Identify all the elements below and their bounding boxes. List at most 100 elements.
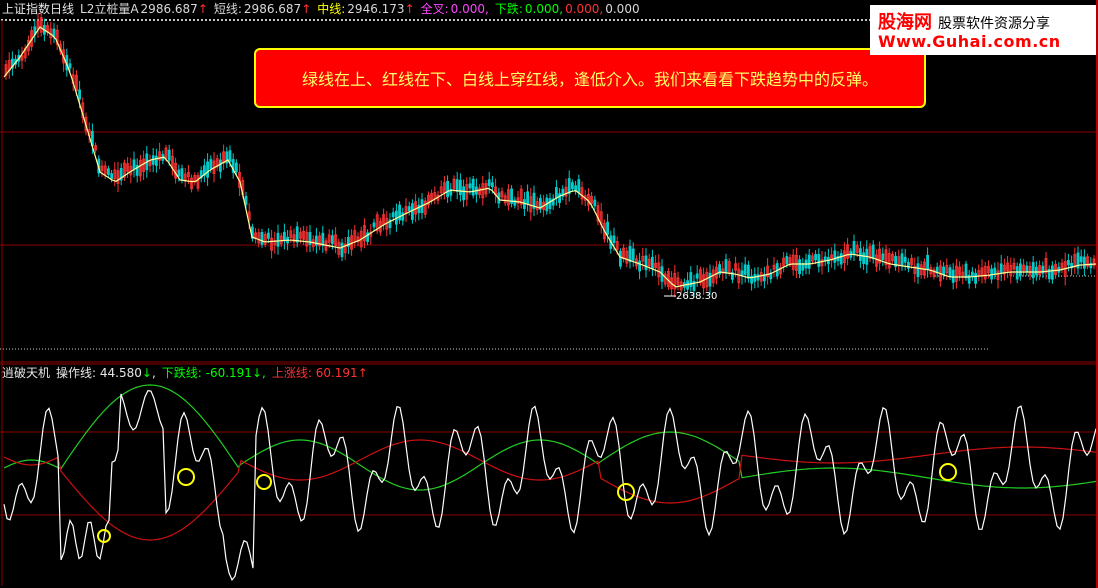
- candle-body: [724, 259, 728, 274]
- candle-body: [839, 253, 843, 265]
- candle-body: [555, 187, 558, 199]
- candle-body: [410, 203, 414, 220]
- candle-body: [1079, 256, 1083, 263]
- candle-body: [228, 150, 232, 162]
- candle-body: [244, 195, 248, 205]
- candle-body: [68, 63, 72, 69]
- candle-body: [458, 179, 462, 196]
- up-line-value: 上涨线: 60.191↑: [271, 366, 368, 380]
- candle-body: [321, 232, 325, 246]
- candle-body: [747, 264, 750, 279]
- candle-body: [833, 250, 837, 263]
- candle-body: [881, 253, 885, 260]
- candle-body: [401, 212, 405, 221]
- candle-body: [1051, 265, 1054, 280]
- operation-line-value: 操作线: 44.580↓,: [56, 366, 156, 380]
- candle-body: [926, 254, 929, 271]
- candle-body: [651, 256, 654, 270]
- candle-body: [330, 235, 334, 244]
- candle-body: [1083, 256, 1086, 269]
- candle-body: [942, 266, 945, 276]
- candle-body: [708, 272, 712, 287]
- candle-body: [695, 273, 699, 279]
- candle-body: [391, 212, 395, 218]
- candle-body: [903, 256, 907, 263]
- candle-body: [295, 226, 299, 243]
- candle-body: [177, 169, 181, 177]
- low-price-label: 2638.30: [676, 291, 718, 302]
- candle-body: [1035, 266, 1038, 276]
- candle-body: [852, 240, 856, 255]
- candle-body: [282, 231, 286, 242]
- candle-body: [417, 204, 421, 214]
- candle-body: [132, 159, 136, 170]
- candle-body: [612, 235, 616, 244]
- candle-body: [574, 185, 577, 191]
- candle-body: [862, 252, 865, 264]
- watermark-brand: 股海网: [878, 12, 932, 33]
- candle-body: [110, 173, 113, 180]
- candle-body: [372, 222, 376, 228]
- candle-body: [993, 267, 997, 275]
- candle-body: [1025, 265, 1029, 272]
- indicator-panel-header: 逍破天机 操作线: 44.580↓, 下跌线: -60.191↓, 上涨线: 6…: [0, 365, 368, 381]
- candle-body: [558, 193, 561, 203]
- candle-body: [154, 155, 158, 166]
- candle-body: [260, 232, 264, 245]
- candle-body: [234, 162, 238, 173]
- candle-body: [455, 179, 459, 192]
- candle-body: [107, 168, 110, 175]
- candle-body: [167, 149, 171, 161]
- candle-body: [180, 168, 184, 180]
- indicator-name: 逍破天机: [2, 366, 51, 380]
- signal-circle: [256, 474, 272, 490]
- watermark-tagline: 股票软件资源分享: [938, 16, 1050, 32]
- candle-body: [964, 263, 968, 279]
- candle-body: [951, 269, 955, 283]
- candle-body: [276, 232, 280, 247]
- candle-body: [266, 232, 270, 239]
- candle-body: [340, 242, 344, 258]
- site-watermark: 股海网 股票软件资源分享 Www.Guhai.com.cn: [870, 5, 1098, 55]
- candle-body: [526, 191, 529, 205]
- candle-body: [971, 271, 974, 277]
- candle-body: [209, 159, 213, 169]
- candle-body: [593, 199, 597, 207]
- annotation-banner: 绿线在上、红线在下、白线上穿红线，逢低介入。我们来看看下跌趋势中的反弹。: [254, 48, 926, 108]
- candle-body: [1015, 266, 1019, 280]
- candle-body: [487, 179, 491, 187]
- candle-body: [999, 263, 1003, 273]
- candle-body: [974, 272, 977, 284]
- candle-body: [407, 206, 411, 212]
- stock-chart-window: 上证指数日线 L2立桩量A 2986.687↑ 短线: 2986.687↑ 中线: 2…: [0, 0, 1098, 588]
- candle-body: [628, 246, 632, 263]
- candle-body: [471, 178, 475, 196]
- candle-body: [567, 178, 571, 195]
- candle-body: [743, 264, 747, 275]
- candle-body: [631, 248, 635, 261]
- candle-body: [462, 186, 466, 201]
- operation-line: [3, 389, 1097, 582]
- candle-body: [871, 244, 875, 260]
- candle-body: [753, 274, 757, 282]
- candle-body: [548, 198, 552, 210]
- candle-body: [814, 253, 817, 261]
- candle-body: [619, 250, 622, 267]
- candle-body: [1067, 260, 1070, 266]
- candle-body: [446, 180, 450, 198]
- candle-body: [900, 253, 904, 267]
- candle-body: [916, 263, 920, 278]
- candle-body: [218, 159, 222, 172]
- watermark-url: Www.Guhai.com.cn: [878, 32, 1061, 51]
- candle-body: [638, 260, 641, 272]
- candle-body: [859, 248, 862, 261]
- candle-body: [948, 267, 952, 278]
- candle-body: [206, 161, 210, 178]
- uptrend-line: [3, 439, 1097, 541]
- candle-body: [785, 256, 789, 265]
- candle-body: [1019, 263, 1022, 276]
- candle-body: [644, 255, 648, 271]
- candle-body: [606, 221, 609, 235]
- annotation-text: 绿线在上、红线在下、白线上穿红线，逢低介入。我们来看看下跌趋势中的反弹。: [301, 70, 878, 89]
- candle-body: [798, 259, 801, 275]
